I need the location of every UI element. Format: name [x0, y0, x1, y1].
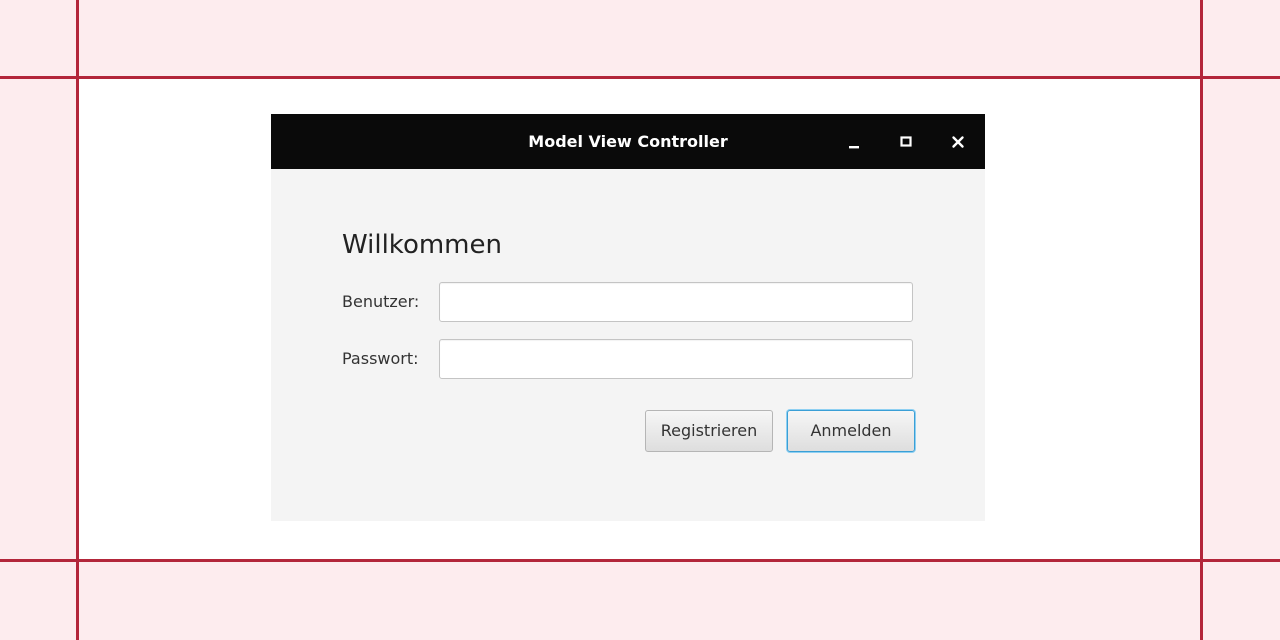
- welcome-heading: Willkommen: [342, 230, 502, 260]
- guide-line-bottom: [0, 559, 1280, 562]
- login-button[interactable]: Anmelden: [787, 410, 915, 452]
- maximize-icon: [900, 136, 912, 147]
- register-button[interactable]: Registrieren: [645, 410, 773, 452]
- screenshot-frame: Model View Controller Willkommen Benutze…: [0, 0, 1280, 640]
- window-title: Model View Controller: [528, 132, 728, 151]
- user-input[interactable]: [439, 282, 913, 322]
- minimize-icon: [849, 146, 859, 149]
- password-label: Passwort:: [342, 349, 419, 368]
- close-icon: [952, 136, 964, 148]
- minimize-button[interactable]: [841, 129, 867, 155]
- password-input[interactable]: [439, 339, 913, 379]
- maximize-button[interactable]: [893, 129, 919, 155]
- app-window: Model View Controller Willkommen Benutze…: [271, 114, 985, 521]
- close-button[interactable]: [945, 129, 971, 155]
- title-bar[interactable]: Model View Controller: [271, 114, 985, 169]
- guide-line-top: [0, 76, 1280, 79]
- guide-line-left: [76, 0, 79, 640]
- user-label: Benutzer:: [342, 292, 420, 311]
- guide-line-right: [1200, 0, 1203, 640]
